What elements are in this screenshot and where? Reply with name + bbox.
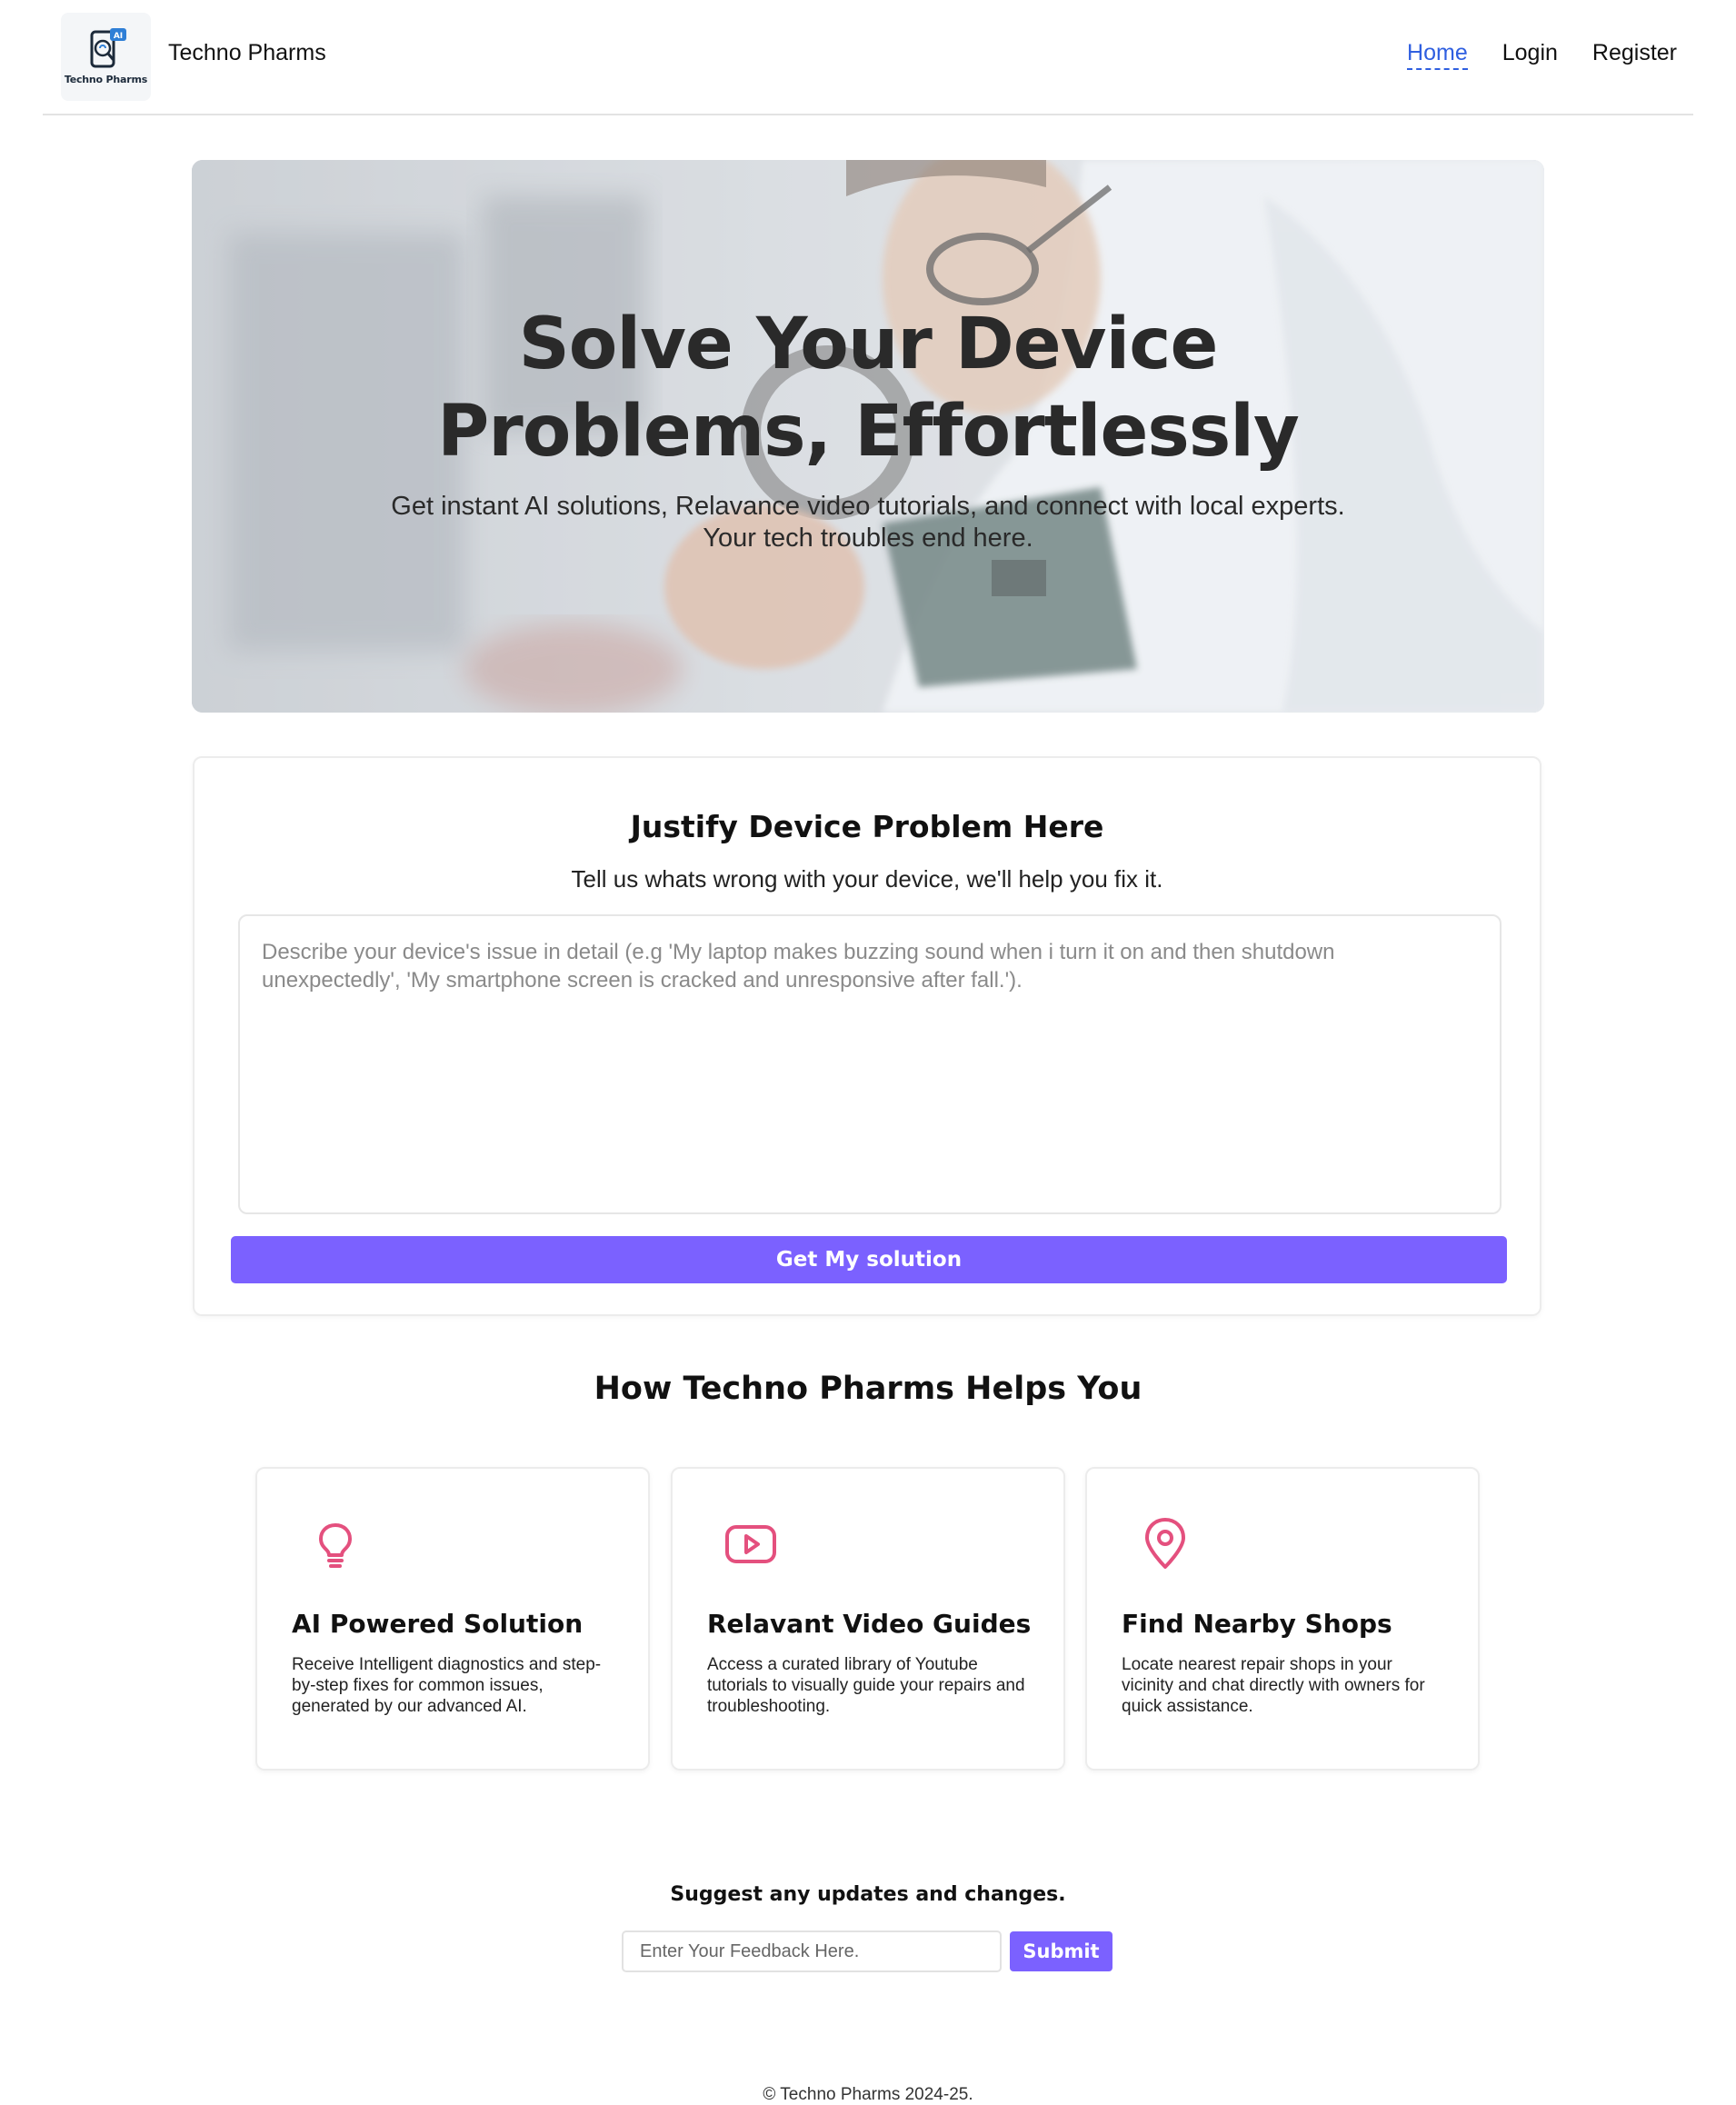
feature-description: Locate nearest repair shops in your vici…: [1122, 1655, 1425, 1716]
video-play-icon: [725, 1525, 776, 1563]
problem-title: Justify Device Problem Here: [630, 809, 1104, 844]
hero-banner: Solve Your Device Problems, Effortlessly…: [192, 160, 1544, 713]
problem-description-textarea[interactable]: [238, 914, 1502, 1214]
hero-title-line2: Problems, Effortlessly: [437, 391, 1300, 473]
get-solution-button[interactable]: Get My solution: [231, 1236, 1507, 1283]
nav-home-link[interactable]: Home: [1407, 40, 1468, 70]
hero-title: Solve Your Device Problems, Effortlessly: [192, 301, 1544, 475]
feedback-title: Suggest any updates and changes.: [670, 1883, 1066, 1906]
feature-card-video-guides: Relavant Video Guides Access a curated l…: [671, 1467, 1065, 1771]
feature-description: Access a curated library of Youtube tuto…: [707, 1655, 1025, 1716]
feedback-input[interactable]: [622, 1930, 1002, 1972]
lightbulb-icon: [319, 1523, 352, 1568]
navbar: AI Techno Pharms Techno Pharms Home Logi…: [43, 0, 1693, 115]
feature-card-ai-solution: AI Powered Solution Receive Intelligent …: [255, 1467, 650, 1771]
feature-description: Receive Intelligent diagnostics and step…: [292, 1655, 602, 1716]
phone-magnifier-logo-icon: AI: [90, 28, 126, 68]
features-heading: How Techno Pharms Helps You: [594, 1371, 1142, 1407]
brand-logo[interactable]: AI Techno Pharms: [61, 13, 151, 101]
footer-copyright: © Techno Pharms 2024-25.: [763, 2085, 973, 2104]
nav-links: Home Login Register: [1372, 40, 1677, 70]
problem-form-card: Justify Device Problem Here Tell us what…: [193, 756, 1541, 1316]
feedback-submit-button[interactable]: Submit: [1010, 1931, 1112, 1971]
logo-text: Techno Pharms: [64, 74, 148, 85]
hero-title-line1: Solve Your Device: [518, 304, 1219, 385]
nav-login-link[interactable]: Login: [1502, 40, 1558, 70]
hero-subtitle: Get instant AI solutions, Relavance vide…: [323, 491, 1413, 554]
hero-subtitle-line2: Your tech troubles end here.: [703, 524, 1033, 553]
logo-badge: AI: [113, 32, 122, 41]
feature-title: Relavant Video Guides: [707, 1609, 1032, 1639]
problem-subtitle: Tell us whats wrong with your device, we…: [571, 865, 1163, 893]
nav-register-link[interactable]: Register: [1592, 40, 1677, 70]
brand-name[interactable]: Techno Pharms: [168, 40, 326, 66]
hero-subtitle-line1: Get instant AI solutions, Relavance vide…: [391, 492, 1345, 521]
feature-card-nearby-shops: Find Nearby Shops Locate nearest repair …: [1085, 1467, 1480, 1771]
feature-title: Find Nearby Shops: [1122, 1609, 1392, 1639]
map-pin-icon: [1145, 1518, 1185, 1569]
feature-title: AI Powered Solution: [292, 1609, 584, 1639]
